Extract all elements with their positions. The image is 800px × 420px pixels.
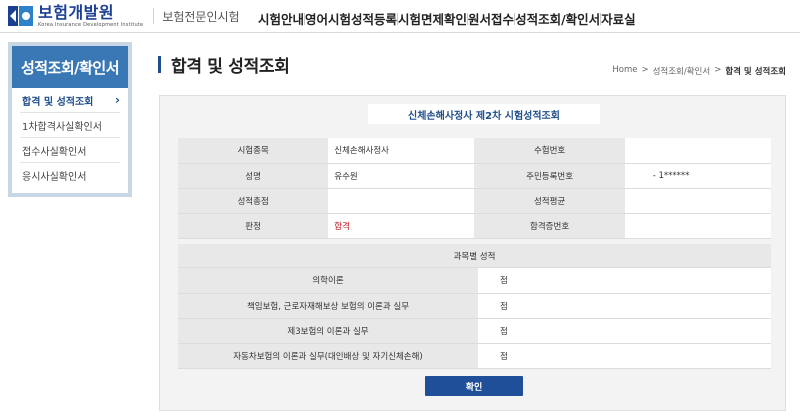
subject-score: 점: [500, 343, 771, 369]
main-nav: 시험안내 영어시험성적등록 시험면제확인 원서접수 성적조회/확인서 자료실: [258, 9, 790, 28]
value-verdict: 합격: [328, 213, 475, 239]
score-spacer: [478, 268, 500, 294]
subject-score: 점: [500, 293, 771, 319]
site-logo[interactable]: 보험개발원 Korea Insurance Development Instit…: [8, 4, 240, 28]
subject-name: 책임보험, 근로자재해보상 보험의 이론과 실무: [178, 293, 478, 319]
sidebar: 성적조회/확인서 합격 및 성적조회 › 1차합격사실확인서 접수사실확인서 응…: [8, 42, 132, 197]
sidebar-item-receipt-cert[interactable]: 접수사실확인서: [20, 138, 120, 163]
nav-exam-info[interactable]: 시험안내: [258, 9, 304, 28]
subject-score: 점: [500, 318, 771, 344]
nav-resources[interactable]: 자료실: [601, 9, 636, 28]
score-spacer: [478, 343, 500, 369]
sidebar-item-first-pass-cert[interactable]: 1차합격사실확인서: [20, 113, 120, 138]
page-title-text: 합격 및 성적조회: [171, 57, 290, 77]
sidebar-item-label: 1차합격사실확인서: [22, 121, 102, 133]
table-row: 판정 합격 합격증번호: [178, 213, 771, 239]
nav-application[interactable]: 원서접수: [468, 9, 514, 28]
label-exam-type: 시험종목: [178, 138, 329, 164]
value-exam-type: 신체손해사정사: [328, 138, 475, 164]
nav-score-certificate[interactable]: 성적조회/확인서: [515, 9, 600, 28]
result-heading: 신체손해사정사 제2차 시험성적조회: [368, 104, 600, 124]
score-spacer: [478, 318, 500, 344]
breadcrumb-separator: >: [714, 65, 722, 75]
breadcrumb-home[interactable]: Home: [612, 65, 637, 77]
sidebar-title: 성적조회/확인서: [12, 46, 128, 88]
value-certificate-number: [624, 213, 771, 239]
subject-name: 제3보험의 이론과 실무: [178, 318, 478, 344]
value-resident-number: - 1******: [624, 163, 771, 189]
label-resident-number: 주민등록번호: [474, 163, 625, 189]
nav-english-score[interactable]: 영어시험성적등록: [305, 9, 397, 28]
logo-mark-icon: [8, 4, 34, 28]
subject-scores-table: 의학이론 점 책임보험, 근로자재해보상 보험의 이론과 실무 점 제3보험의 …: [178, 268, 771, 369]
breadcrumb: Home > 성적조회/확인서 > 합격 및 성적조회: [612, 65, 786, 77]
subject-name: 자동차보험의 이론과 실무(대인배상 및 자기신체손해): [178, 343, 478, 369]
label-total-score: 성적총점: [178, 188, 329, 214]
subject-name: 의학이론: [178, 268, 478, 294]
site-header: 보험개발원 Korea Insurance Development Instit…: [0, 0, 800, 33]
value-total-score: [328, 188, 475, 214]
logo-subtitle: Korea Insurance Development Institute: [38, 21, 144, 28]
subject-score: 점: [500, 268, 771, 294]
table-row: 의학이론 점: [178, 268, 771, 294]
logo-name: 보험개발원: [38, 2, 115, 22]
page-title: 합격 및 성적조회: [158, 52, 290, 77]
sidebar-item-label: 합격 및 성적조회: [22, 96, 94, 108]
sidebar-item-label: 응시사실확인서: [22, 172, 87, 183]
label-average-score: 성적평균: [474, 188, 625, 214]
breadcrumb-separator: >: [641, 65, 649, 75]
value-average-score: [624, 188, 771, 214]
table-row: 시험종목 신체손해사정사 수험번호: [178, 138, 771, 164]
breadcrumb-current: 합격 및 성적조회: [725, 67, 786, 77]
breadcrumb-section[interactable]: 성적조회/확인서: [653, 65, 711, 77]
table-row: 자동차보험의 이론과 실무(대인배상 및 자기신체손해) 점: [178, 343, 771, 369]
value-exam-number: [624, 138, 771, 164]
label-exam-number: 수험번호: [474, 138, 625, 164]
value-name: 유수원: [328, 163, 475, 189]
title-accent-bar: [158, 56, 161, 73]
sidebar-item-pass-score[interactable]: 합격 및 성적조회 ›: [20, 88, 120, 113]
confirm-button[interactable]: 확인: [425, 376, 523, 396]
chevron-right-icon: ›: [115, 93, 120, 107]
logo-divider: [153, 8, 155, 24]
table-row: 책임보험, 근로자재해보상 보험의 이론과 실무 점: [178, 293, 771, 319]
table-row: 제3보험의 이론과 실무 점: [178, 318, 771, 344]
label-certificate-number: 합격증번호: [474, 213, 625, 239]
result-panel: 신체손해사정사 제2차 시험성적조회 시험종목 신체손해사정사 수험번호 성명 …: [159, 95, 786, 411]
label-verdict: 판정: [178, 213, 329, 239]
score-spacer: [478, 293, 500, 319]
label-name: 성명: [178, 163, 329, 189]
table-row: 성명 유수원 주민등록번호 - 1******: [178, 163, 771, 189]
nav-exemption[interactable]: 시험면제확인: [398, 9, 467, 28]
table-row: 성적총점 성적평균: [178, 188, 771, 214]
site-name: 보험전문인시험: [162, 9, 240, 24]
sidebar-item-attendance-cert[interactable]: 응시사실확인서: [20, 163, 120, 188]
sidebar-item-label: 접수사실확인서: [22, 146, 87, 158]
exam-info-table: 시험종목 신체손해사정사 수험번호 성명 유수원 주민등록번호 - 1*****…: [178, 138, 771, 239]
subject-scores-heading: 과목별 성적: [178, 244, 771, 268]
